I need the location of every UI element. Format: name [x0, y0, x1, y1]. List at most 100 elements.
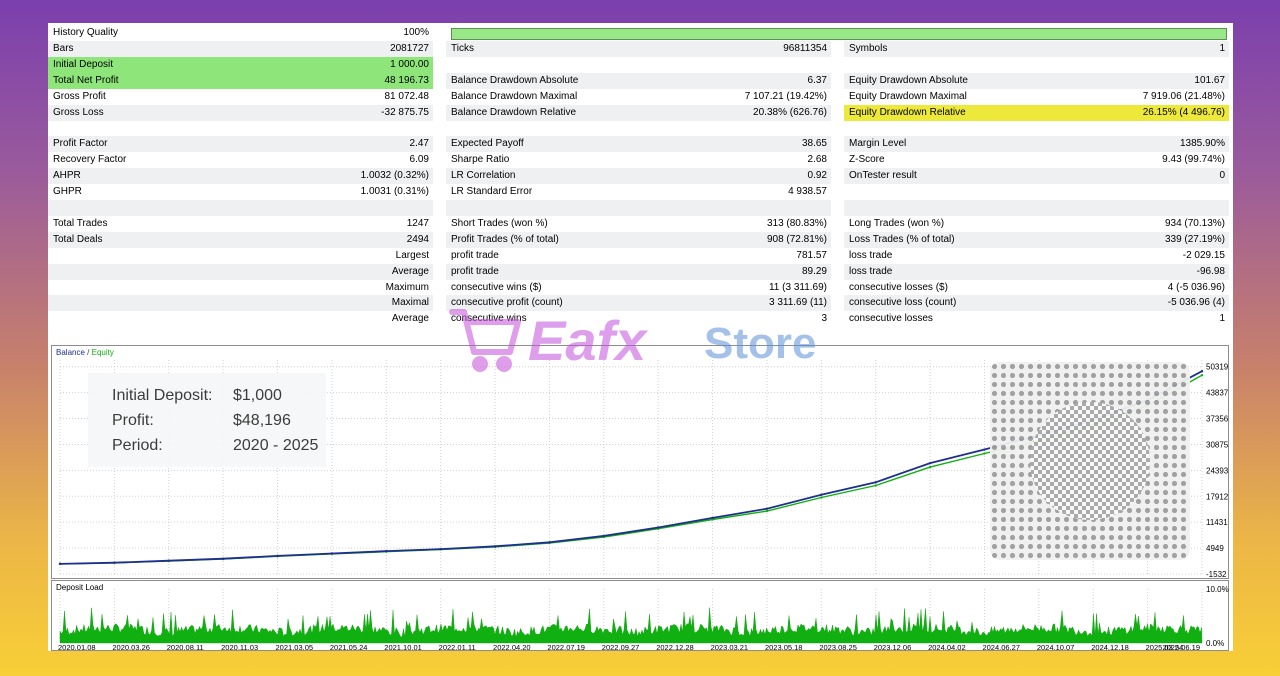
- report-value: 11 (3 311.69): [768, 281, 827, 293]
- x-tick-label: 2021.10.01: [384, 643, 422, 652]
- report-label: Equity Drawdown Absolute: [849, 74, 968, 86]
- report-label: Bars: [53, 43, 74, 54]
- report-label: [48, 121, 303, 137]
- report-value: 26.15% (4 496.76): [1074, 104, 1229, 121]
- y-tick-label: 11431: [1206, 518, 1228, 527]
- data-point-balance: [656, 526, 660, 529]
- x-tick-label: 2024.10.07: [1037, 643, 1075, 652]
- report-label: [48, 264, 303, 280]
- report-row: Gross Profit 81 072.48 Balance Drawdown Ma…: [48, 89, 1233, 105]
- report-value: 48 196.73: [303, 72, 433, 89]
- report-label: consecutive losses: [849, 313, 933, 325]
- report-value: 1385.90%: [1179, 138, 1225, 150]
- report-row: Bars 2081727 Ticks 96811354 Symbols 1: [48, 41, 1233, 57]
- data-point-balance: [820, 493, 823, 496]
- x-tick-label: 2020.08.11: [167, 643, 204, 652]
- report-label: OnTester result: [849, 170, 917, 182]
- report-value: -5 036.96 (4): [1167, 297, 1225, 309]
- report-label: Sharpe Ratio: [451, 154, 510, 166]
- x-tick-label: 2020.03.26: [112, 643, 150, 652]
- report-value: 781.57: [796, 249, 827, 261]
- x-tick-label: 2021.05.24: [330, 643, 368, 652]
- x-tick-label: 2023.12.06: [874, 643, 912, 652]
- report-label: [844, 184, 1074, 200]
- y-tick-label: 50319: [1206, 363, 1229, 372]
- y-tick-label: 24393: [1206, 466, 1229, 475]
- report-label: Profit Factor: [53, 138, 108, 150]
- report-value: Maximal: [391, 297, 429, 309]
- report-value: [676, 121, 831, 137]
- overlay-value: $48,196: [233, 412, 291, 429]
- report-row: AHPR 1.0032 (0.32%) LR Correlation 0.92 OnTe…: [48, 168, 1233, 185]
- report-label: loss trade: [849, 265, 893, 277]
- overlay-value: 2020 - 2025: [233, 437, 319, 454]
- overlay-row: Initial Deposit: $1,000: [100, 383, 326, 408]
- report-label: Balance Drawdown Absolute: [451, 74, 579, 86]
- report-row-history-quality: History Quality 100%: [48, 25, 1233, 41]
- report-label: AHPR: [53, 170, 81, 182]
- data-point-balance: [983, 448, 986, 451]
- report-value: [1074, 184, 1229, 200]
- report-value: 2.68: [807, 154, 827, 166]
- report-value: 6.09: [409, 154, 429, 166]
- report-label: Recovery Factor: [53, 154, 127, 166]
- report-label: profit trade: [451, 265, 499, 277]
- report-value: -32 875.75: [381, 106, 429, 118]
- data-point-balance: [167, 559, 170, 562]
- x-tick-label: 2023.05.18: [765, 643, 803, 652]
- x-tick-label: 2024.04.02: [928, 643, 966, 652]
- report-value: -2 029.15: [1182, 249, 1225, 261]
- report-row: Gross Loss -32 875.75 Balance Drawdown Rel…: [48, 104, 1233, 121]
- x-tick-label: 2025.06.19: [1162, 643, 1200, 652]
- y-tick-label: 17912: [1206, 492, 1229, 501]
- report-row: Total Trades 1247 Short Trades (won %) 313 …: [48, 216, 1233, 232]
- report-value: 101.67: [1194, 74, 1225, 86]
- deposit-load-title: Deposit Load: [56, 583, 104, 592]
- report-value: [676, 200, 831, 216]
- y-tick-label: 0.0%: [1206, 639, 1224, 648]
- report-label: Initial Deposit: [48, 56, 303, 73]
- data-point-balance: [548, 541, 551, 544]
- data-point-equity: [820, 496, 823, 499]
- report-value: -96.98: [1196, 265, 1225, 277]
- report-row: [48, 121, 1233, 137]
- report-value: 81 072.48: [384, 90, 430, 102]
- report-value: [303, 200, 433, 216]
- report-value: 38.65: [801, 138, 827, 150]
- deposit-load-plot: 10.0% 0.0% 2020.01.08 2020.03.26 2020.08.11 2…: [58, 585, 1229, 652]
- data-point-balance: [385, 549, 388, 553]
- report-label: [48, 295, 303, 311]
- report-value: 0.92: [807, 170, 827, 182]
- report-value: [1074, 57, 1229, 73]
- eafx-store-watermark: Eafx Store: [449, 309, 816, 372]
- report-label: Total Trades: [53, 217, 108, 229]
- y-tick-label: 4949: [1206, 544, 1224, 553]
- x-tick-label: 2022.04.20: [493, 643, 531, 652]
- report-value: 1 000.00: [303, 56, 433, 73]
- report-value: 6.37: [807, 74, 827, 86]
- report-label: [844, 57, 1074, 73]
- report-label: [48, 311, 303, 327]
- data-point-equity: [1200, 373, 1204, 377]
- transparency-pattern: [990, 362, 1190, 560]
- report-label: consecutive losses ($): [849, 281, 948, 293]
- x-tick-label: 2022.09.27: [602, 643, 640, 652]
- report-value: 20.38% (626.76): [753, 106, 827, 118]
- report-label: Expected Payoff: [451, 138, 524, 150]
- data-point-balance: [58, 562, 62, 566]
- y-tick-label: 30875: [1206, 440, 1229, 449]
- report-value: 96811354: [783, 43, 827, 54]
- summary-overlay: Initial Deposit: $1,000 Profit: $48,196 Peri…: [88, 373, 326, 467]
- overlay-row: Profit: $48,196: [100, 408, 326, 433]
- report-value: 1: [1219, 43, 1225, 54]
- data-point-balance: [276, 554, 279, 558]
- report-label: Symbols: [849, 43, 888, 54]
- x-tick-label: 2021.03.05: [276, 643, 314, 652]
- report-value: [1074, 200, 1229, 216]
- report-label: Long Trades (won %): [849, 217, 945, 229]
- report-label: Balance Drawdown Maximal: [451, 90, 578, 102]
- report-label: [446, 57, 676, 73]
- report-label: loss trade: [849, 249, 893, 261]
- data-point-balance: [439, 547, 442, 551]
- report-value: Average: [391, 313, 429, 325]
